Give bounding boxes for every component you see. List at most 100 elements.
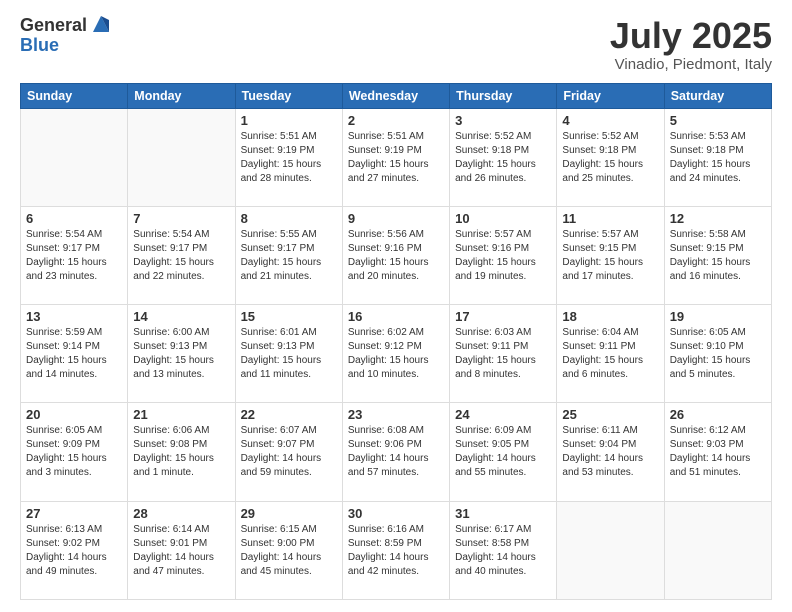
table-row: 25Sunrise: 6:11 AMSunset: 9:04 PMDayligh… — [557, 403, 664, 501]
day-number: 15 — [241, 309, 337, 324]
cell-text: Sunrise: 6:13 AMSunset: 9:02 PMDaylight:… — [26, 523, 122, 579]
cell-text: Sunrise: 6:02 AMSunset: 9:12 PMDaylight:… — [348, 326, 444, 382]
calendar-week-1: 6 Sunrise: 5:54 AMSunset: 9:17 PMDaylight… — [21, 206, 772, 304]
table-row: 21 Sunrise: 6:06 AMSunset: 9:08 PMDayligh… — [128, 403, 235, 501]
day-number: 6 — [26, 211, 122, 226]
cell-text: Sunrise: 5:56 AMSunset: 9:16 PMDaylight:… — [348, 228, 444, 284]
table-row: 9 Sunrise: 5:56 AMSunset: 9:16 PMDaylight… — [342, 206, 449, 304]
calendar-week-3: 20Sunrise: 6:05 AMSunset: 9:09 PMDayligh… — [21, 403, 772, 501]
day-number: 25 — [562, 407, 658, 422]
table-row: 5 Sunrise: 5:53 AMSunset: 9:18 PMDaylight… — [664, 108, 771, 206]
table-row: 4 Sunrise: 5:52 AMSunset: 9:18 PMDaylight… — [557, 108, 664, 206]
logo-general: General — [20, 16, 87, 36]
table-row: 18Sunrise: 6:04 AMSunset: 9:11 PMDayligh… — [557, 305, 664, 403]
day-number: 7 — [133, 211, 229, 226]
table-row: 23 Sunrise: 6:08 AMSunset: 9:06 PMDayligh… — [342, 403, 449, 501]
calendar-header-row: Sunday Monday Tuesday Wednesday Thursday… — [21, 83, 772, 108]
cell-text: Sunrise: 6:06 AMSunset: 9:08 PMDaylight:… — [133, 424, 229, 480]
logo: General Blue — [20, 16, 111, 56]
cell-text: Sunrise: 6:08 AMSunset: 9:06 PMDaylight:… — [348, 424, 444, 480]
table-row — [21, 108, 128, 206]
day-number: 14 — [133, 309, 229, 324]
day-number: 10 — [455, 211, 551, 226]
day-number: 28 — [133, 506, 229, 521]
cell-text: Sunrise: 5:58 AMSunset: 9:15 PMDaylight:… — [670, 228, 766, 284]
col-friday: Friday — [557, 83, 664, 108]
day-number: 29 — [241, 506, 337, 521]
day-number: 8 — [241, 211, 337, 226]
day-number: 21 — [133, 407, 229, 422]
day-number: 3 — [455, 113, 551, 128]
cell-text: Sunrise: 5:51 AMSunset: 9:19 PMDaylight:… — [241, 130, 337, 186]
table-row: 2 Sunrise: 5:51 AMSunset: 9:19 PMDaylight… — [342, 108, 449, 206]
table-row: 30 Sunrise: 6:16 AMSunset: 8:59 PMDayligh… — [342, 501, 449, 599]
calendar-week-2: 13 Sunrise: 5:59 AMSunset: 9:14 PMDayligh… — [21, 305, 772, 403]
table-row: 27 Sunrise: 6:13 AMSunset: 9:02 PMDayligh… — [21, 501, 128, 599]
day-number: 13 — [26, 309, 122, 324]
logo-blue: Blue — [20, 36, 111, 56]
calendar-week-0: 1 Sunrise: 5:51 AMSunset: 9:19 PMDaylight… — [21, 108, 772, 206]
day-number: 1 — [241, 113, 337, 128]
logo-icon — [91, 12, 111, 36]
col-thursday: Thursday — [450, 83, 557, 108]
cell-text: Sunrise: 5:52 AMSunset: 9:18 PMDaylight:… — [455, 130, 551, 186]
col-tuesday: Tuesday — [235, 83, 342, 108]
day-number: 20 — [26, 407, 122, 422]
page: General Blue July 2025 Vinadio, Piedmont… — [0, 0, 792, 612]
cell-text: Sunrise: 6:16 AMSunset: 8:59 PMDaylight:… — [348, 523, 444, 579]
cell-text: Sunrise: 5:57 AMSunset: 9:15 PMDaylight:… — [562, 228, 658, 284]
cell-text: Sunrise: 6:09 AMSunset: 9:05 PMDaylight:… — [455, 424, 551, 480]
cell-text: Sunrise: 5:52 AMSunset: 9:18 PMDaylight:… — [562, 130, 658, 186]
day-number: 23 — [348, 407, 444, 422]
cell-text: Sunrise: 5:54 AMSunset: 9:17 PMDaylight:… — [133, 228, 229, 284]
day-number: 27 — [26, 506, 122, 521]
col-saturday: Saturday — [664, 83, 771, 108]
header: General Blue July 2025 Vinadio, Piedmont… — [20, 16, 772, 73]
day-number: 4 — [562, 113, 658, 128]
table-row: 1 Sunrise: 5:51 AMSunset: 9:19 PMDaylight… — [235, 108, 342, 206]
day-number: 9 — [348, 211, 444, 226]
day-number: 2 — [348, 113, 444, 128]
day-number: 5 — [670, 113, 766, 128]
cell-text: Sunrise: 6:12 AMSunset: 9:03 PMDaylight:… — [670, 424, 766, 480]
day-number: 12 — [670, 211, 766, 226]
table-row: 6 Sunrise: 5:54 AMSunset: 9:17 PMDaylight… — [21, 206, 128, 304]
cell-text: Sunrise: 5:59 AMSunset: 9:14 PMDaylight:… — [26, 326, 122, 382]
day-number: 19 — [670, 309, 766, 324]
cell-text: Sunrise: 5:54 AMSunset: 9:17 PMDaylight:… — [26, 228, 122, 284]
day-number: 17 — [455, 309, 551, 324]
table-row: 16 Sunrise: 6:02 AMSunset: 9:12 PMDayligh… — [342, 305, 449, 403]
cell-text: Sunrise: 6:15 AMSunset: 9:00 PMDaylight:… — [241, 523, 337, 579]
col-monday: Monday — [128, 83, 235, 108]
day-number: 30 — [348, 506, 444, 521]
cell-text: Sunrise: 6:05 AMSunset: 9:10 PMDaylight:… — [670, 326, 766, 382]
cell-text: Sunrise: 5:53 AMSunset: 9:18 PMDaylight:… — [670, 130, 766, 186]
cell-text: Sunrise: 5:51 AMSunset: 9:19 PMDaylight:… — [348, 130, 444, 186]
month-title: July 2025 — [610, 16, 772, 56]
logo-text: General Blue — [20, 16, 111, 56]
day-number: 22 — [241, 407, 337, 422]
table-row: 24Sunrise: 6:09 AMSunset: 9:05 PMDayligh… — [450, 403, 557, 501]
day-number: 11 — [562, 211, 658, 226]
table-row: 8 Sunrise: 5:55 AMSunset: 9:17 PMDaylight… — [235, 206, 342, 304]
table-row: 3 Sunrise: 5:52 AMSunset: 9:18 PMDaylight… — [450, 108, 557, 206]
table-row: 28Sunrise: 6:14 AMSunset: 9:01 PMDayligh… — [128, 501, 235, 599]
table-row: 17 Sunrise: 6:03 AMSunset: 9:11 PMDayligh… — [450, 305, 557, 403]
cell-text: Sunrise: 6:03 AMSunset: 9:11 PMDaylight:… — [455, 326, 551, 382]
table-row: 12 Sunrise: 5:58 AMSunset: 9:15 PMDayligh… — [664, 206, 771, 304]
table-row: 15Sunrise: 6:01 AMSunset: 9:13 PMDayligh… — [235, 305, 342, 403]
cell-text: Sunrise: 6:04 AMSunset: 9:11 PMDaylight:… — [562, 326, 658, 382]
day-number: 16 — [348, 309, 444, 324]
cell-text: Sunrise: 5:55 AMSunset: 9:17 PMDaylight:… — [241, 228, 337, 284]
table-row: 10 Sunrise: 5:57 AMSunset: 9:16 PMDayligh… — [450, 206, 557, 304]
table-row — [557, 501, 664, 599]
table-row: 20Sunrise: 6:05 AMSunset: 9:09 PMDayligh… — [21, 403, 128, 501]
cell-text: Sunrise: 6:17 AMSunset: 8:58 PMDaylight:… — [455, 523, 551, 579]
cell-text: Sunrise: 6:07 AMSunset: 9:07 PMDaylight:… — [241, 424, 337, 480]
table-row: 19 Sunrise: 6:05 AMSunset: 9:10 PMDayligh… — [664, 305, 771, 403]
day-number: 26 — [670, 407, 766, 422]
cell-text: Sunrise: 6:00 AMSunset: 9:13 PMDaylight:… — [133, 326, 229, 382]
col-wednesday: Wednesday — [342, 83, 449, 108]
cell-text: Sunrise: 5:57 AMSunset: 9:16 PMDaylight:… — [455, 228, 551, 284]
day-number: 31 — [455, 506, 551, 521]
